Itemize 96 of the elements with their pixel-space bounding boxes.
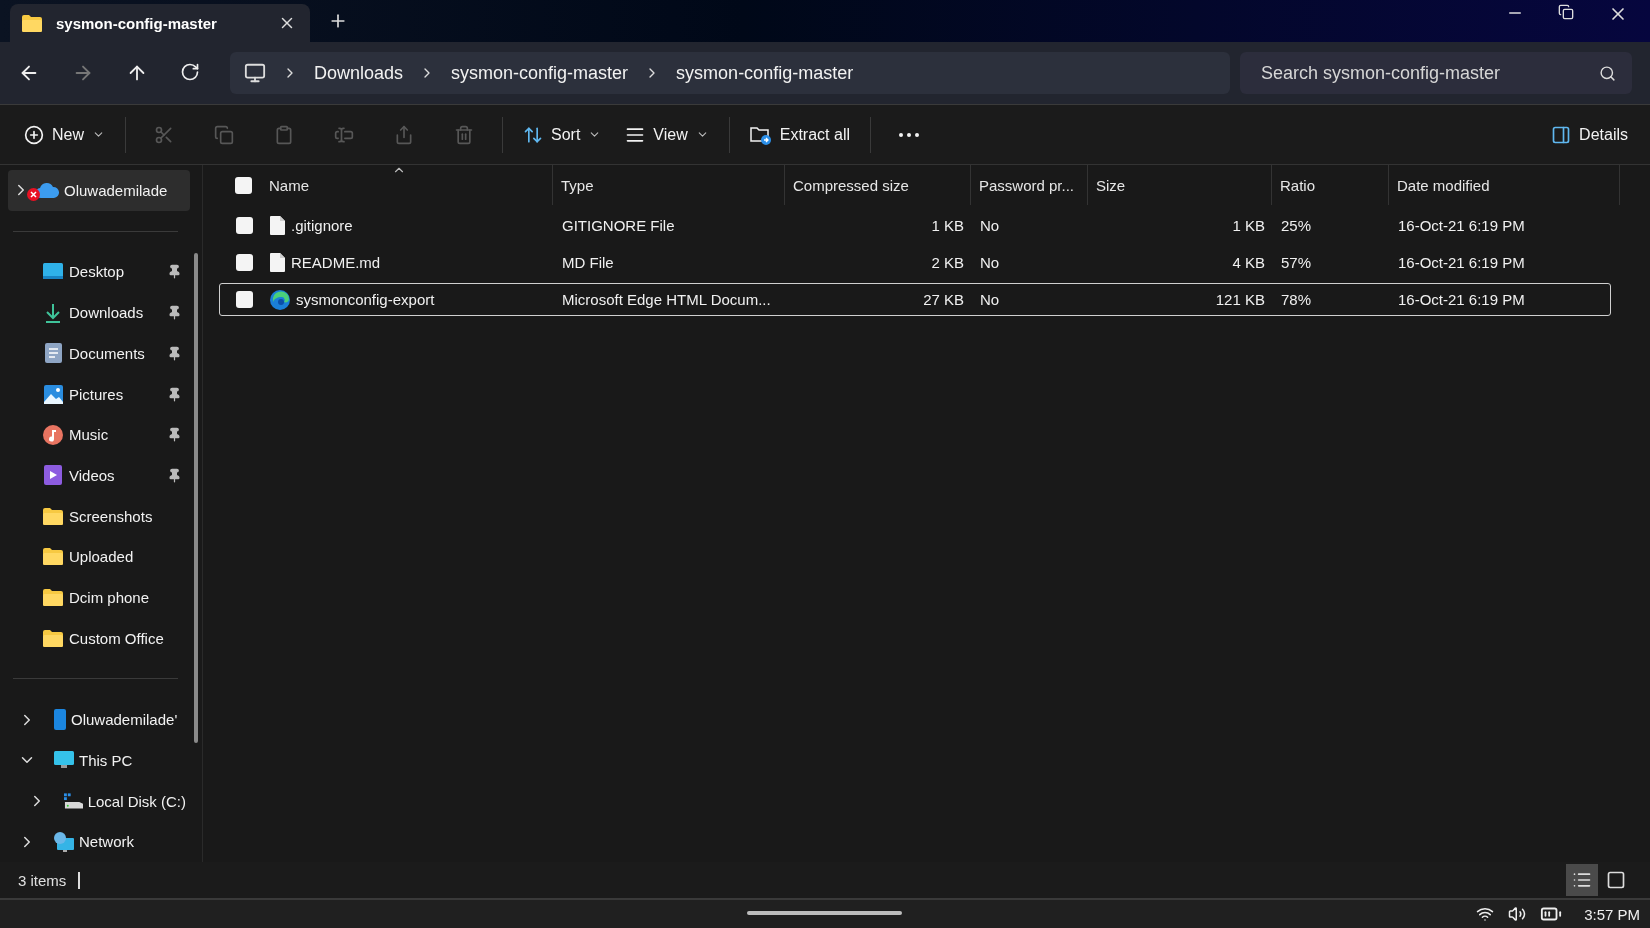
extract-all-button[interactable]: Extract all <box>737 114 862 155</box>
column-header[interactable]: Password pr... <box>971 165 1088 205</box>
table-cell: .gitignore <box>291 217 353 234</box>
column-header[interactable]: Compressed size <box>785 165 971 205</box>
table-cell: 16-Oct-21 6:19 PM <box>1398 217 1525 234</box>
table-cell: No <box>980 254 1000 271</box>
table-cell: 16-Oct-21 6:19 PM <box>1398 291 1525 308</box>
music-icon <box>43 424 63 445</box>
panel-icon <box>1551 124 1572 145</box>
document-icon <box>44 343 62 364</box>
column-header[interactable]: Name <box>261 165 553 205</box>
file-icon <box>270 216 285 235</box>
table-cell: MD File <box>562 254 614 271</box>
monitor-icon <box>54 751 74 770</box>
sidebar-item[interactable]: Videos <box>69 466 162 484</box>
table-cell: 1 KB <box>1232 217 1265 234</box>
sidebar-item[interactable]: Pictures <box>69 385 162 403</box>
view-button[interactable]: View <box>613 114 721 155</box>
sidebar-item[interactable]: Desktop <box>69 263 162 281</box>
row-checkbox[interactable] <box>236 254 253 271</box>
sidebar-item[interactable]: Uploaded <box>69 548 186 566</box>
sidebar-item[interactable]: Screenshots <box>69 507 186 525</box>
cloud-icon <box>35 182 59 199</box>
row-checkbox[interactable] <box>236 217 253 234</box>
phone-icon <box>54 709 66 731</box>
sort-button[interactable]: Sort <box>511 114 614 155</box>
tab-title: sysmon-config-master <box>56 14 218 32</box>
sidebar-item[interactable]: Oluwademilade <box>8 170 190 211</box>
table-cell: No <box>980 291 1000 308</box>
folder-icon <box>43 548 63 566</box>
table-cell: Microsoft Edge HTML Docum... <box>562 291 771 308</box>
row-checkbox[interactable] <box>236 291 253 308</box>
browser-icon <box>270 289 290 310</box>
window-icon <box>1606 870 1626 890</box>
drive-icon <box>63 793 83 810</box>
network-icon <box>54 831 74 852</box>
column-header[interactable]: Type <box>553 165 785 205</box>
file-icon <box>270 253 285 272</box>
sidebar-item[interactable]: Dcim phone <box>69 588 186 606</box>
details-button[interactable]: Details <box>1541 114 1638 155</box>
window-tab[interactable]: sysmon-config-master <box>10 4 310 42</box>
list-icon <box>1572 870 1592 890</box>
table-cell: 25% <box>1281 217 1312 234</box>
clock[interactable]: 3:57 PM <box>1584 905 1640 923</box>
restore-icon[interactable] <box>1558 4 1574 20</box>
address-bar[interactable]: Downloads sysmon-config-master sysmon-config-master <box>230 52 1230 94</box>
select-all-checkbox[interactable] <box>235 176 252 194</box>
table-cell: GITIGNORE File <box>562 217 675 234</box>
sidebar-item[interactable]: Custom Office <box>69 629 186 647</box>
table-cell: sysmonconfig-export <box>296 291 435 308</box>
table-cell: No <box>980 217 1000 234</box>
breadcrumb[interactable]: Downloads <box>314 62 404 84</box>
table-cell: 1 KB <box>931 217 964 234</box>
details-view-button[interactable] <box>1566 864 1598 896</box>
column-header[interactable]: Size <box>1088 165 1272 205</box>
volume-icon[interactable] <box>1508 905 1527 923</box>
table-cell: 57% <box>1281 254 1312 271</box>
search-icon <box>1599 64 1616 82</box>
sidebar-item[interactable]: This PC <box>79 751 186 769</box>
table-cell: 4 KB <box>1232 254 1265 271</box>
file-row[interactable]: .gitignore GITIGNORE File 1 KB No 1 KB 25% 16-Oct-21 6:19 PM <box>219 209 1611 242</box>
wifi-icon[interactable] <box>1476 905 1495 923</box>
desktop-icon <box>43 263 63 281</box>
sidebar-item[interactable]: Oluwademilade' <box>71 711 186 729</box>
table-cell: 16-Oct-21 6:19 PM <box>1398 254 1525 271</box>
sidebar-item[interactable]: Music <box>69 426 162 444</box>
refresh-icon[interactable] <box>180 62 200 82</box>
file-row[interactable]: README.md MD File 2 KB No 4 KB 57% 16-Oct-21 6:19 PM <box>219 246 1611 279</box>
sidebar-item[interactable]: Network <box>79 833 186 851</box>
folder-icon <box>43 507 63 525</box>
sidebar-item[interactable]: Downloads <box>69 304 162 322</box>
column-header[interactable]: Ratio <box>1272 165 1389 205</box>
new-button[interactable]: New <box>12 114 117 155</box>
item-count: 3 items <box>18 871 81 889</box>
search-input[interactable]: Search sysmon-config-master <box>1259 61 1599 85</box>
video-icon <box>44 465 62 486</box>
sidebar-item[interactable]: Local Disk (C:) <box>87 792 186 810</box>
sidebar-item[interactable]: Documents <box>69 344 162 362</box>
download-icon <box>44 302 62 323</box>
folder-icon <box>43 629 63 647</box>
table-cell: 78% <box>1281 291 1312 308</box>
picture-icon <box>43 384 63 404</box>
breadcrumb[interactable]: sysmon-config-master <box>676 62 854 84</box>
file-row[interactable]: sysmonconfig-export Microsoft Edge HTML Docum... 27 KB No 121 KB 78% 16-Oct-21 6:19 PM <box>219 283 1611 316</box>
folder-icon <box>22 14 42 32</box>
folder-icon <box>43 588 63 606</box>
monitor-icon <box>244 62 266 84</box>
table-cell: 121 KB <box>1215 291 1265 308</box>
table-cell: README.md <box>291 254 381 271</box>
search-field[interactable]: Search sysmon-config-master <box>1240 52 1632 94</box>
error-badge-icon <box>27 188 40 202</box>
scrollbar-thumb[interactable] <box>194 253 198 743</box>
column-header[interactable]: Date modified <box>1389 165 1620 205</box>
table-cell: 27 KB <box>923 291 964 308</box>
breadcrumb[interactable]: sysmon-config-master <box>451 62 629 84</box>
table-cell: 2 KB <box>931 254 964 271</box>
